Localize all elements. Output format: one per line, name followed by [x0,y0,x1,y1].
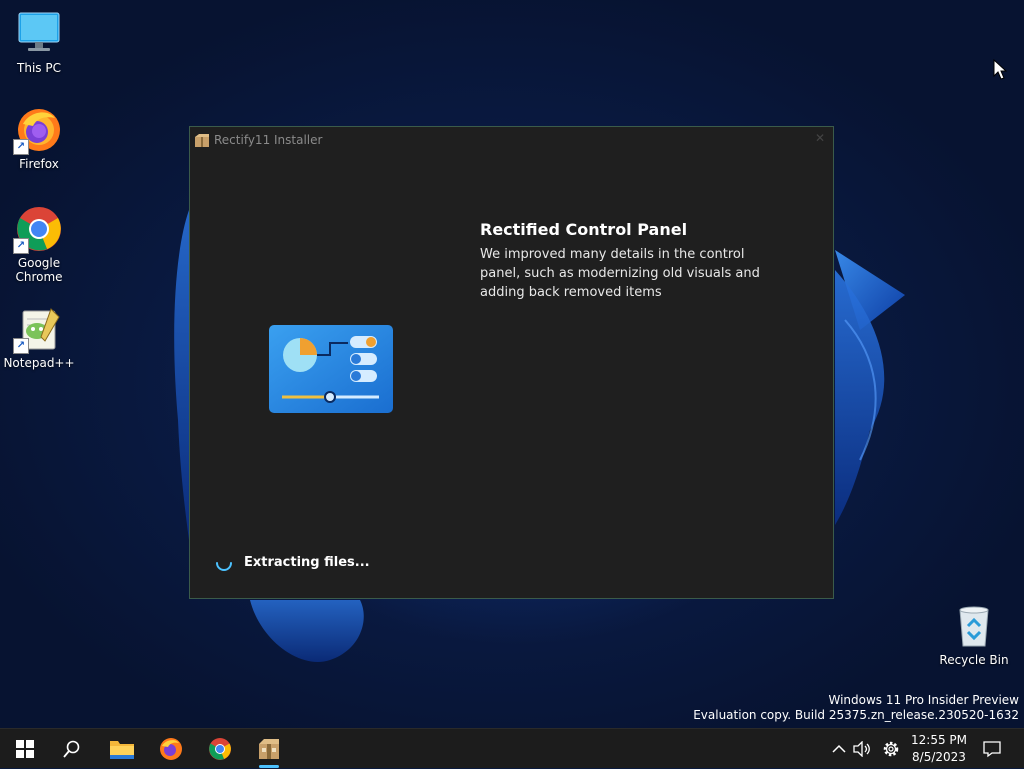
taskbar-firefox[interactable] [148,729,194,769]
chevron-up-icon [832,744,846,753]
firefox-icon: ↗ [13,106,63,155]
search-button[interactable] [49,729,95,769]
desktop-icon-label: Notepad++ [3,356,75,370]
installer-window[interactable]: Rectify11 Installer ✕ Rectified Control … [189,126,834,599]
desktop-icon-firefox[interactable]: ↗ Firefox [1,106,77,171]
shortcut-arrow-icon: ↗ [13,238,29,254]
clock-date: 8/5/2023 [912,750,966,764]
volume-button[interactable] [851,729,873,769]
mouse-cursor-icon [993,59,1008,80]
taskbar: 12:55 PM 8/5/2023 [0,728,1024,768]
search-icon [63,740,80,758]
notepad-plus-plus-icon: ↗ [13,305,63,354]
watermark-line-1: Windows 11 Pro Insider Preview [828,693,1019,707]
desktop-icon-label: This PC [17,61,61,75]
windows-watermark: Windows 11 Pro Insider Preview Evaluatio… [693,693,1019,723]
taskbar-rectify11-installer[interactable] [246,729,292,769]
this-pc-icon [15,10,63,58]
window-title: Rectify11 Installer [214,133,323,147]
desktop-icon-this-pc[interactable]: This PC [1,10,77,75]
notification-icon [983,741,1001,758]
loading-spinner-icon [216,562,232,571]
start-icon [16,740,34,758]
status-text: Extracting files... [244,555,370,570]
start-button[interactable] [2,729,48,769]
feature-heading: Rectified Control Panel [480,220,688,239]
notifications-button[interactable] [980,729,1004,769]
desktop-icon-notepad-plus-plus[interactable]: ↗ Notepad++ [1,305,77,370]
chrome-icon [209,738,231,760]
shortcut-arrow-icon: ↗ [13,338,29,354]
close-button[interactable]: ✕ [815,131,825,145]
watermark-line-2: Evaluation copy. Build 25375.zn_release.… [693,708,1019,722]
control-panel-icon [269,325,393,413]
clock-time: 12:55 PM [911,733,967,747]
show-hidden-icons-button[interactable] [829,729,849,769]
title-bar[interactable]: Rectify11 Installer ✕ [190,127,833,155]
desktop-icon-label: Google Chrome [15,256,63,284]
gear-icon [883,741,899,757]
shortcut-arrow-icon: ↗ [13,139,29,155]
volume-icon [853,741,870,757]
rectify11-installer-icon [259,739,279,759]
taskbar-clock[interactable]: 12:55 PM 8/5/2023 [906,732,972,766]
rectify11-installer-icon [195,134,209,147]
desktop-icon-recycle-bin[interactable]: Recycle Bin [936,602,1012,667]
desktop-icon-chrome[interactable]: ↗ Google Chrome [1,205,77,284]
settings-button[interactable] [880,729,902,769]
desktop-icon-label: Firefox [19,157,59,171]
chrome-icon: ↗ [13,205,63,254]
taskbar-chrome[interactable] [197,729,243,769]
desktop-icon-label: Recycle Bin [939,653,1009,667]
file-explorer-icon [110,741,134,759]
firefox-icon [160,738,182,760]
taskbar-file-explorer[interactable] [99,729,145,769]
recycle-bin-icon [950,602,998,650]
feature-description: We improved many details in the control … [480,247,760,300]
